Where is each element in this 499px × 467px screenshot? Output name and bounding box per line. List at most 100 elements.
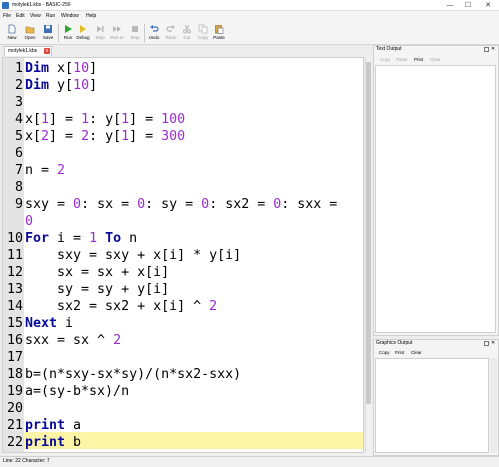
keyword-token: For (25, 231, 50, 246)
keyword-token: Dim (25, 78, 50, 93)
new-label: New (7, 35, 17, 40)
close-button[interactable]: ✕ (481, 0, 495, 11)
line-number: 19 (6, 384, 23, 399)
code-line: b=(n*sxy-sx*sy)/(n*sx2-sxx) (25, 366, 241, 383)
code-token: : sx2 = (209, 197, 274, 212)
undo-button[interactable]: Undo (145, 22, 163, 44)
number-token: 10 (73, 61, 90, 76)
code-token: ] (89, 78, 98, 93)
line-number: 8 (14, 180, 23, 195)
app-icon (2, 2, 9, 9)
debug-label: Debug (76, 35, 90, 40)
menu-run[interactable]: Run (46, 12, 55, 20)
number-token: 2 (209, 299, 218, 314)
number-token: 2 (57, 163, 66, 178)
graphics-vertical-scrollbar[interactable] (490, 358, 497, 453)
code-token: n (121, 231, 138, 246)
graphics-output-copy-button[interactable]: Copy (379, 350, 390, 356)
text-output-paste-button[interactable]: Paste (396, 57, 408, 63)
code-token: i = (49, 231, 90, 246)
text-output-area[interactable] (375, 65, 496, 333)
graphics-output-clear-button[interactable]: Clear (411, 350, 422, 356)
number-token: 1 (121, 129, 130, 144)
code-line: Dim x[10] (25, 60, 97, 77)
code-token: b (65, 435, 82, 450)
line-number: 18 (6, 367, 23, 382)
code-token: sx = sx + x[i] (25, 265, 170, 280)
editor-scroll-thumb[interactable] (366, 62, 371, 404)
undo-icon (150, 25, 159, 32)
line-number: 17 (6, 350, 23, 365)
code-token: a (65, 418, 82, 433)
menu-view[interactable]: View (30, 12, 41, 20)
maximize-button[interactable]: ☐ (461, 0, 475, 11)
menu-window[interactable]: Window (61, 12, 79, 20)
close-icon[interactable]: ✕ (491, 340, 495, 347)
float-icon[interactable] (484, 341, 489, 346)
text-output-title: Text Output (376, 46, 402, 52)
number-token: 0 (25, 214, 34, 229)
step-label: Step (95, 35, 105, 40)
text-output-copy-button[interactable]: Copy (380, 57, 391, 63)
text-output-print-button[interactable]: Print (414, 57, 423, 63)
graphics-output-print-button[interactable]: Print (395, 350, 404, 356)
code-line: sx = sx + x[i] (25, 264, 169, 281)
save-label: Save (42, 35, 54, 40)
number-token: 1 (81, 112, 90, 127)
keyword-token: To (105, 231, 122, 246)
number-token: 2 (41, 129, 50, 144)
code-token: a=(sy-b*sx)/n (25, 384, 130, 399)
stop-button[interactable]: Stop (126, 22, 144, 44)
code-token: ] = (129, 129, 162, 144)
copy-icon (198, 24, 208, 34)
window-title: motylek1.kbs - BASIC-256 (12, 2, 71, 8)
code-line: sy = sy + y[i] (25, 281, 169, 298)
code-line: print b (25, 434, 81, 451)
paste-button[interactable]: Paste (210, 22, 228, 44)
code-token: sxy = (25, 197, 74, 212)
number-token: 0 (137, 197, 146, 212)
text-output-clear-button[interactable]: Clear (430, 57, 441, 63)
undo-label: Undo (148, 35, 160, 40)
step-icon (97, 26, 104, 32)
code-line: Dim y[10] (25, 77, 97, 94)
code-token: ] (89, 61, 98, 76)
code-token: : y[ (89, 129, 122, 144)
code-token: ] = (49, 129, 82, 144)
minimize-button[interactable]: — (443, 0, 457, 11)
line-number: 3 (14, 95, 23, 110)
run-to-label: Run to (110, 35, 124, 40)
line-number: 21 (6, 418, 23, 433)
menu-edit[interactable]: Edit (16, 12, 25, 20)
code-token: n = (25, 163, 58, 178)
redo-icon (166, 25, 175, 32)
keyword-token: Dim (25, 61, 50, 76)
save-button[interactable]: Save (39, 22, 57, 44)
keyword-token: Next (25, 316, 58, 331)
code-line: sxy = 0: sx = 0: sy = 0: sx2 = 0: sxx = (25, 196, 337, 213)
line-number: 10 (6, 231, 23, 246)
float-icon[interactable] (484, 47, 489, 52)
run-to-button[interactable]: Run to (108, 22, 126, 44)
tab-close-icon[interactable]: x (44, 48, 50, 54)
close-icon[interactable]: ✕ (491, 46, 495, 53)
code-line: sxx = sx ^ 2 (25, 332, 121, 349)
code-line: sx2 = sx2 + x[i] ^ 2 (25, 298, 217, 315)
line-number: 4 (14, 112, 23, 127)
line-number: 13 (6, 282, 23, 297)
new-button[interactable]: New (3, 22, 21, 44)
open-label: Open (24, 35, 36, 40)
menu-file[interactable]: File (3, 12, 11, 20)
code-editor[interactable]: 1 2 3 4 5 6 7 8 9 10 11 12 13 14 15 16 17 18 19 20 21 22 Dim … (2, 57, 364, 453)
graphics-output-title: Graphics Output (376, 340, 413, 346)
debug-button[interactable]: Debug (74, 22, 92, 44)
code-line: 0 (25, 213, 33, 230)
step-button[interactable]: Step (91, 22, 109, 44)
code-token: : sy = (145, 197, 202, 212)
graphics-output-area[interactable] (375, 358, 489, 453)
scissors-icon (183, 24, 191, 34)
menu-help[interactable]: Help (86, 12, 96, 20)
code-token: y[ (49, 78, 74, 93)
open-button[interactable]: Open (21, 22, 39, 44)
code-token: i (57, 316, 74, 331)
